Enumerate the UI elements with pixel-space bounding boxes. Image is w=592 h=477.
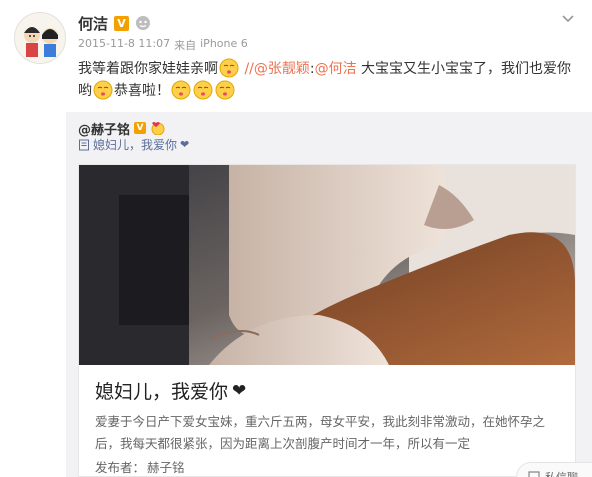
- author-row: 何洁 V: [78, 12, 151, 34]
- doc-icon: [79, 139, 89, 150]
- kiss-emoji-icon: [171, 80, 191, 100]
- repost-body-text: 媳妇儿，我爱你: [93, 138, 178, 152]
- repost-author[interactable]: @赫子铭: [78, 119, 130, 138]
- kiss-emoji-icon: [215, 80, 235, 100]
- repost-box: @赫子铭 V 媳妇儿，我爱你 ❤ 媳妇儿，我爱你 ❤ 爱妻于今日产下爱女宝妹，重…: [66, 112, 592, 477]
- card-author: 发布者： 赫子铭: [95, 457, 185, 476]
- heart-icon: ❤: [232, 380, 247, 401]
- article-photo[interactable]: [79, 165, 575, 365]
- heart-icon: ❤: [180, 138, 190, 151]
- kiss-emoji-icon: [93, 80, 113, 100]
- chevron-down-icon[interactable]: [560, 10, 576, 26]
- verified-icon: V: [134, 122, 147, 134]
- repost-header: @赫子铭 V: [78, 118, 166, 138]
- kiss-emoji-icon: [219, 58, 239, 78]
- chat-label: 私信聊: [545, 469, 578, 477]
- repost-slashes: //: [240, 61, 254, 77]
- post-meta: 2015-11-8 11:07 来自 iPhone 6: [78, 37, 248, 53]
- card-title-text: 媳妇儿，我爱你: [95, 381, 229, 403]
- repost-body[interactable]: 媳妇儿，我爱你 ❤: [78, 136, 189, 153]
- vip-face-icon: [136, 16, 151, 30]
- weibo-post: 何洁 V 2015-11-8 11:07 来自 iPhone 6 我等着跟你家娃…: [0, 0, 592, 477]
- author-name[interactable]: 何洁: [78, 13, 108, 34]
- article-card[interactable]: 媳妇儿，我爱你 ❤ 爱妻于今日产下爱女宝妹，重六斤五两，母女平安，我此刻非常激动…: [78, 164, 576, 477]
- post-text-part1: 我等着跟你家娃娃亲啊: [78, 61, 218, 77]
- mention-link[interactable]: @张靓颖: [254, 61, 310, 77]
- device-source[interactable]: iPhone 6: [200, 37, 248, 53]
- post-text: 我等着跟你家娃娃亲啊 //@张靓颖:@何洁 大宝宝又生小宝宝了，我们也爱你哟 恭喜…: [78, 58, 578, 102]
- timestamp[interactable]: 2015-11-8 11:07: [78, 37, 170, 53]
- source-label: 来自: [174, 39, 197, 52]
- chat-button[interactable]: 私信聊: [516, 462, 592, 477]
- card-author-label: 发布者：: [95, 460, 146, 475]
- kiss-emoji-icon: [151, 122, 165, 135]
- post-text-part3: 恭喜啦！: [114, 83, 170, 99]
- mention-link[interactable]: @何洁: [315, 61, 357, 77]
- avatar[interactable]: [14, 12, 66, 64]
- kiss-emoji-icon: [193, 80, 213, 100]
- verified-icon: V: [114, 15, 130, 31]
- card-author-name[interactable]: 赫子铭: [147, 457, 185, 476]
- card-title[interactable]: 媳妇儿，我爱你 ❤: [95, 377, 246, 404]
- chat-icon: [528, 471, 540, 477]
- card-description: 爱妻于今日产下爱女宝妹，重六斤五两，母女平安，我此刻非常激动，在她怀孕之后，我每…: [95, 414, 546, 451]
